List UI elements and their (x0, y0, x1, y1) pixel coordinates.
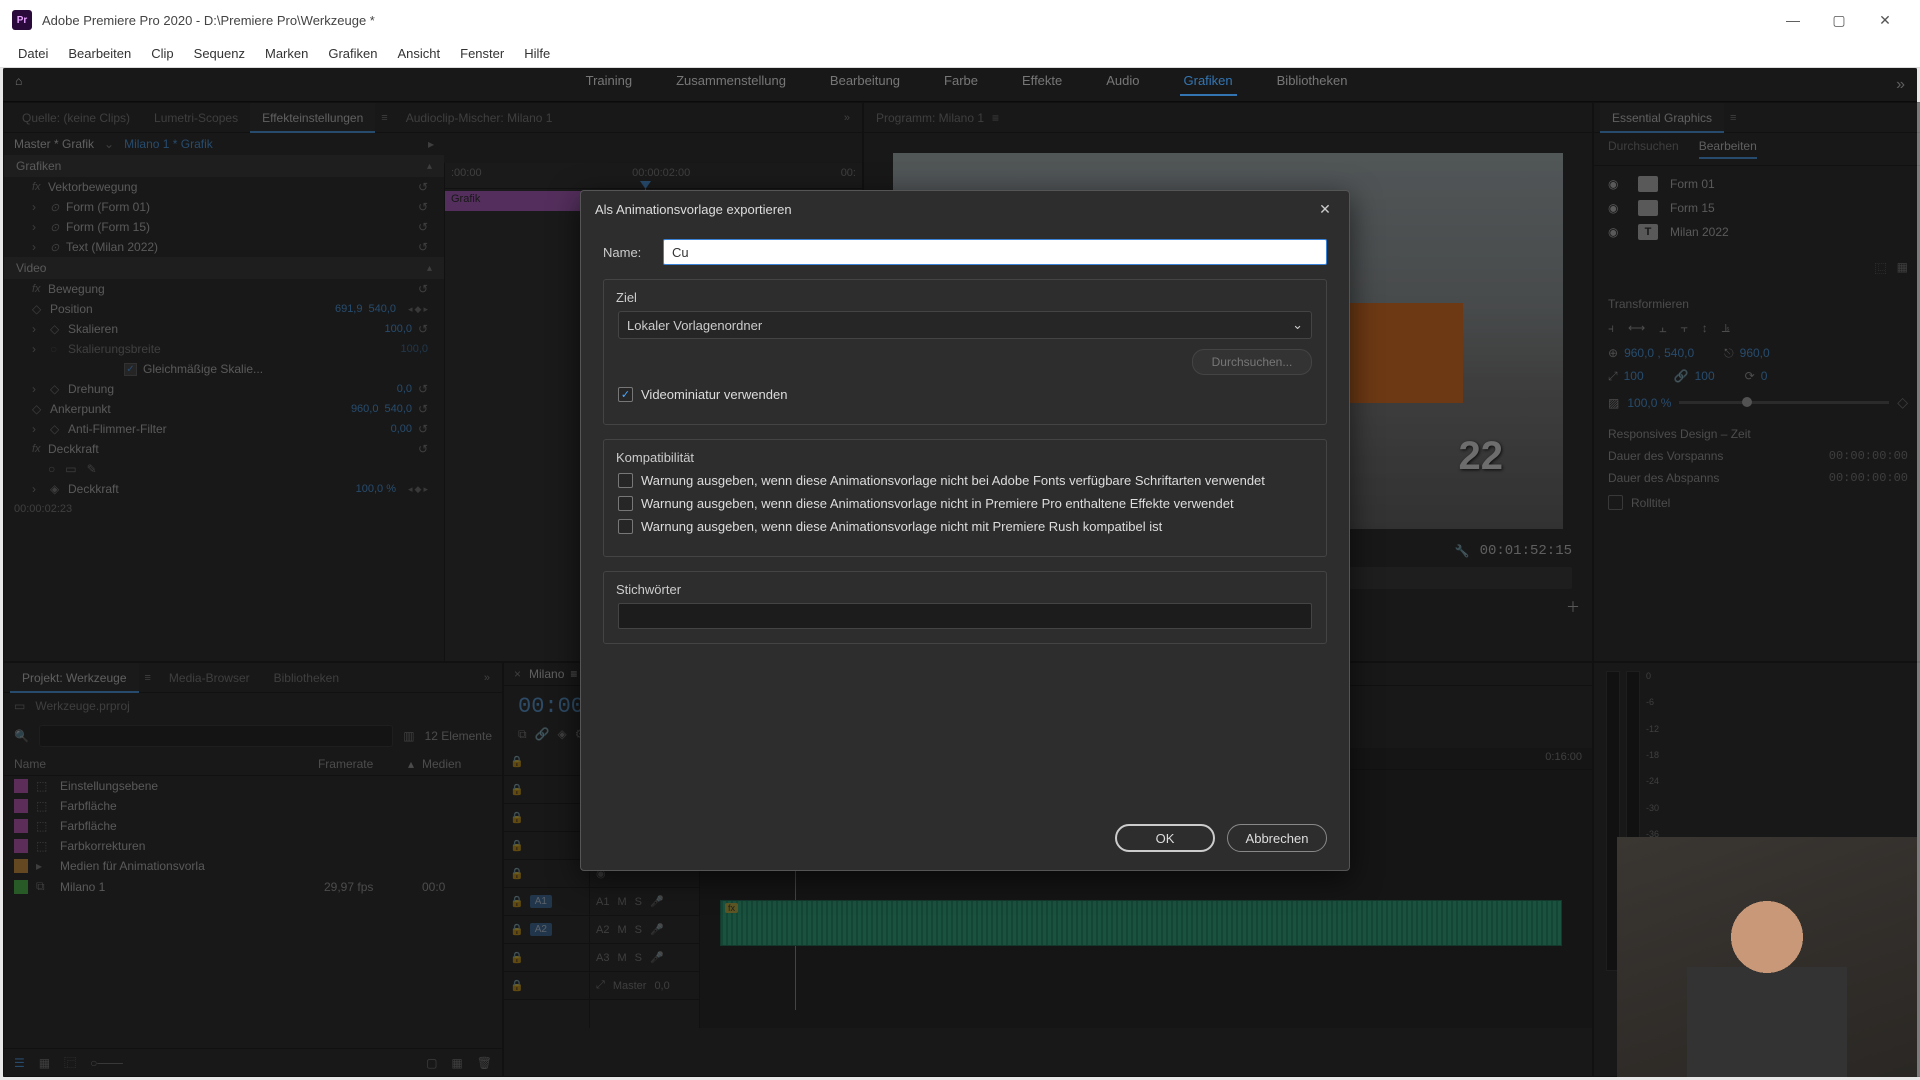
compat-effects-label: Warnung ausgeben, wenn diese Animationsv… (641, 496, 1234, 511)
dialog-keywords-input[interactable] (618, 603, 1312, 629)
menu-view[interactable]: Ansicht (387, 46, 450, 61)
menu-file[interactable]: Datei (8, 46, 58, 61)
dialog-ok-button[interactable]: OK (1115, 824, 1215, 852)
dialog-name-label: Name: (603, 245, 663, 260)
dialog-dest-value: Lokaler Vorlagenordner (627, 318, 762, 333)
dialog-name-input[interactable] (663, 239, 1327, 265)
webcam-overlay (1617, 837, 1917, 1077)
menu-edit[interactable]: Bearbeiten (58, 46, 141, 61)
menu-markers[interactable]: Marken (255, 46, 318, 61)
window-title: Adobe Premiere Pro 2020 - D:\Premiere Pr… (42, 13, 375, 28)
dialog-keywords-label: Stichwörter (616, 582, 1312, 597)
maximize-button[interactable]: ▢ (1816, 0, 1862, 40)
dialog-dest-dropdown[interactable]: Lokaler Vorlagenordner ⌄ (618, 311, 1312, 339)
compat-effects-checkbox[interactable] (618, 496, 633, 511)
menu-clip[interactable]: Clip (141, 46, 183, 61)
menu-graphics[interactable]: Grafiken (318, 46, 387, 61)
dialog-close-button[interactable]: ✕ (1315, 199, 1335, 219)
menu-help[interactable]: Hilfe (514, 46, 560, 61)
chevron-down-icon: ⌄ (1292, 317, 1303, 333)
menu-bar: Datei Bearbeiten Clip Sequenz Marken Gra… (0, 40, 1920, 68)
compat-fonts-checkbox[interactable] (618, 473, 633, 488)
dialog-compat-label: Kompatibilität (616, 450, 1312, 465)
dialog-browse-button: Durchsuchen... (1192, 349, 1312, 375)
close-window-button[interactable]: ✕ (1862, 0, 1908, 40)
presenter-silhouette (1687, 877, 1847, 1077)
menu-window[interactable]: Fenster (450, 46, 514, 61)
dialog-dest-label: Ziel (616, 290, 1312, 305)
minimize-button[interactable]: — (1770, 0, 1816, 40)
compat-rush-checkbox[interactable] (618, 519, 633, 534)
thumbnail-checkbox[interactable]: ✓ (618, 387, 633, 402)
dialog-cancel-button[interactable]: Abbrechen (1227, 824, 1327, 852)
compat-rush-label: Warnung ausgeben, wenn diese Animationsv… (641, 519, 1162, 534)
thumbnail-label: Videominiatur verwenden (641, 387, 787, 402)
compat-fonts-label: Warnung ausgeben, wenn diese Animationsv… (641, 473, 1265, 488)
window-titlebar: Pr Adobe Premiere Pro 2020 - D:\Premiere… (0, 0, 1920, 40)
export-motion-template-dialog: Als Animationsvorlage exportieren ✕ Name… (580, 190, 1350, 871)
app-icon: Pr (12, 10, 32, 30)
menu-sequence[interactable]: Sequenz (184, 46, 255, 61)
dialog-title: Als Animationsvorlage exportieren (595, 202, 792, 217)
